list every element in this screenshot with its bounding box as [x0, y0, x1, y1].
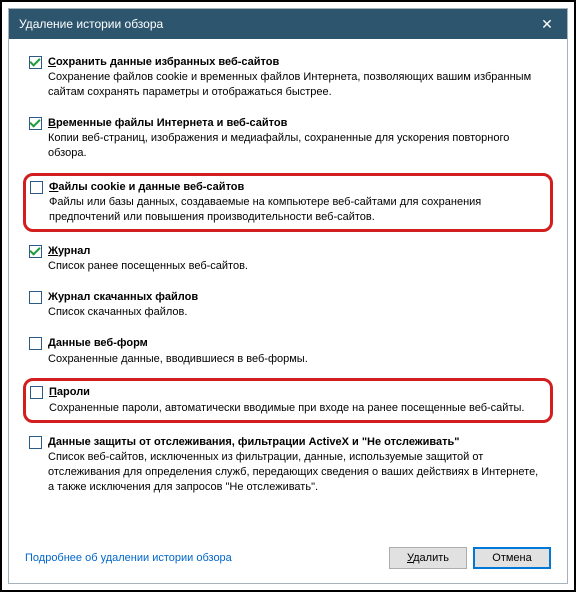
option-form-data: Данные веб-форм Сохраненные данные, ввод…: [25, 332, 551, 370]
option-desc: Сохранение файлов cookie и временных фай…: [48, 70, 545, 100]
close-button[interactable]: ✕: [527, 9, 567, 39]
option-preserve-favorites: Сохранить данные избранных веб-сайтов Со…: [25, 51, 551, 104]
option-tracking-protection: Данные защиты от отслеживания, фильтраци…: [25, 431, 551, 499]
checkbox-history[interactable]: [29, 245, 42, 258]
cancel-button[interactable]: Отмена: [473, 547, 551, 569]
option-label: Сохранить данные избранных веб-сайтов: [48, 55, 279, 69]
checkbox-cookies-website-data[interactable]: [30, 181, 43, 194]
option-desc: Сохраненные данные, вводившиеся в веб-фо…: [48, 352, 545, 367]
checkbox-temp-internet-files[interactable]: [29, 117, 42, 130]
option-desc: Сохраненные пароли, автоматически вводим…: [49, 401, 544, 416]
close-icon: ✕: [541, 16, 553, 33]
content-area: Сохранить данные избранных веб-сайтов Со…: [9, 39, 567, 539]
option-temp-internet-files: Временные файлы Интернета и веб-сайтов К…: [25, 112, 551, 165]
option-label: Данные веб-форм: [48, 336, 148, 350]
window-title: Удаление истории обзора: [19, 17, 163, 31]
option-download-history: Журнал скачанных файлов Список скачанных…: [25, 286, 551, 324]
checkbox-preserve-favorites[interactable]: [29, 56, 42, 69]
delete-button[interactable]: Удалить: [389, 547, 467, 569]
option-desc: Копии веб-страниц, изображения и медиафа…: [48, 131, 545, 161]
option-passwords: Пароли Сохраненные пароли, автоматически…: [23, 378, 553, 422]
option-label: Пароли: [49, 385, 90, 399]
outer-frame: Удаление истории обзора ✕ Сохранить данн…: [0, 0, 576, 592]
option-desc: Список скачанных файлов.: [48, 305, 545, 320]
option-label: Временные файлы Интернета и веб-сайтов: [48, 116, 287, 130]
option-history: Журнал Список ранее посещенных веб-сайто…: [25, 240, 551, 278]
option-label: Файлы cookie и данные веб-сайтов: [49, 180, 244, 194]
checkbox-tracking-protection[interactable]: [29, 436, 42, 449]
option-cookies-website-data: Файлы cookie и данные веб-сайтов Файлы и…: [23, 173, 553, 232]
checkbox-download-history[interactable]: [29, 291, 42, 304]
checkbox-form-data[interactable]: [29, 337, 42, 350]
learn-more-link[interactable]: Подробнее об удалении истории обзора: [25, 552, 232, 564]
option-desc: Список веб-сайтов, исключенных из фильтр…: [48, 450, 545, 495]
option-desc: Список ранее посещенных веб-сайтов.: [48, 259, 545, 274]
option-label: Журнал скачанных файлов: [48, 290, 198, 304]
checkbox-passwords[interactable]: [30, 386, 43, 399]
option-desc: Файлы или базы данных, создаваемые на ко…: [49, 195, 544, 225]
option-label: Журнал: [48, 244, 90, 258]
option-label: Данные защиты от отслеживания, фильтраци…: [48, 435, 459, 449]
footer: Подробнее об удалении истории обзора Уда…: [9, 539, 567, 583]
titlebar: Удаление истории обзора ✕: [9, 9, 567, 39]
dialog-window: Удаление истории обзора ✕ Сохранить данн…: [8, 8, 568, 584]
button-row: Удалить Отмена: [389, 547, 551, 569]
